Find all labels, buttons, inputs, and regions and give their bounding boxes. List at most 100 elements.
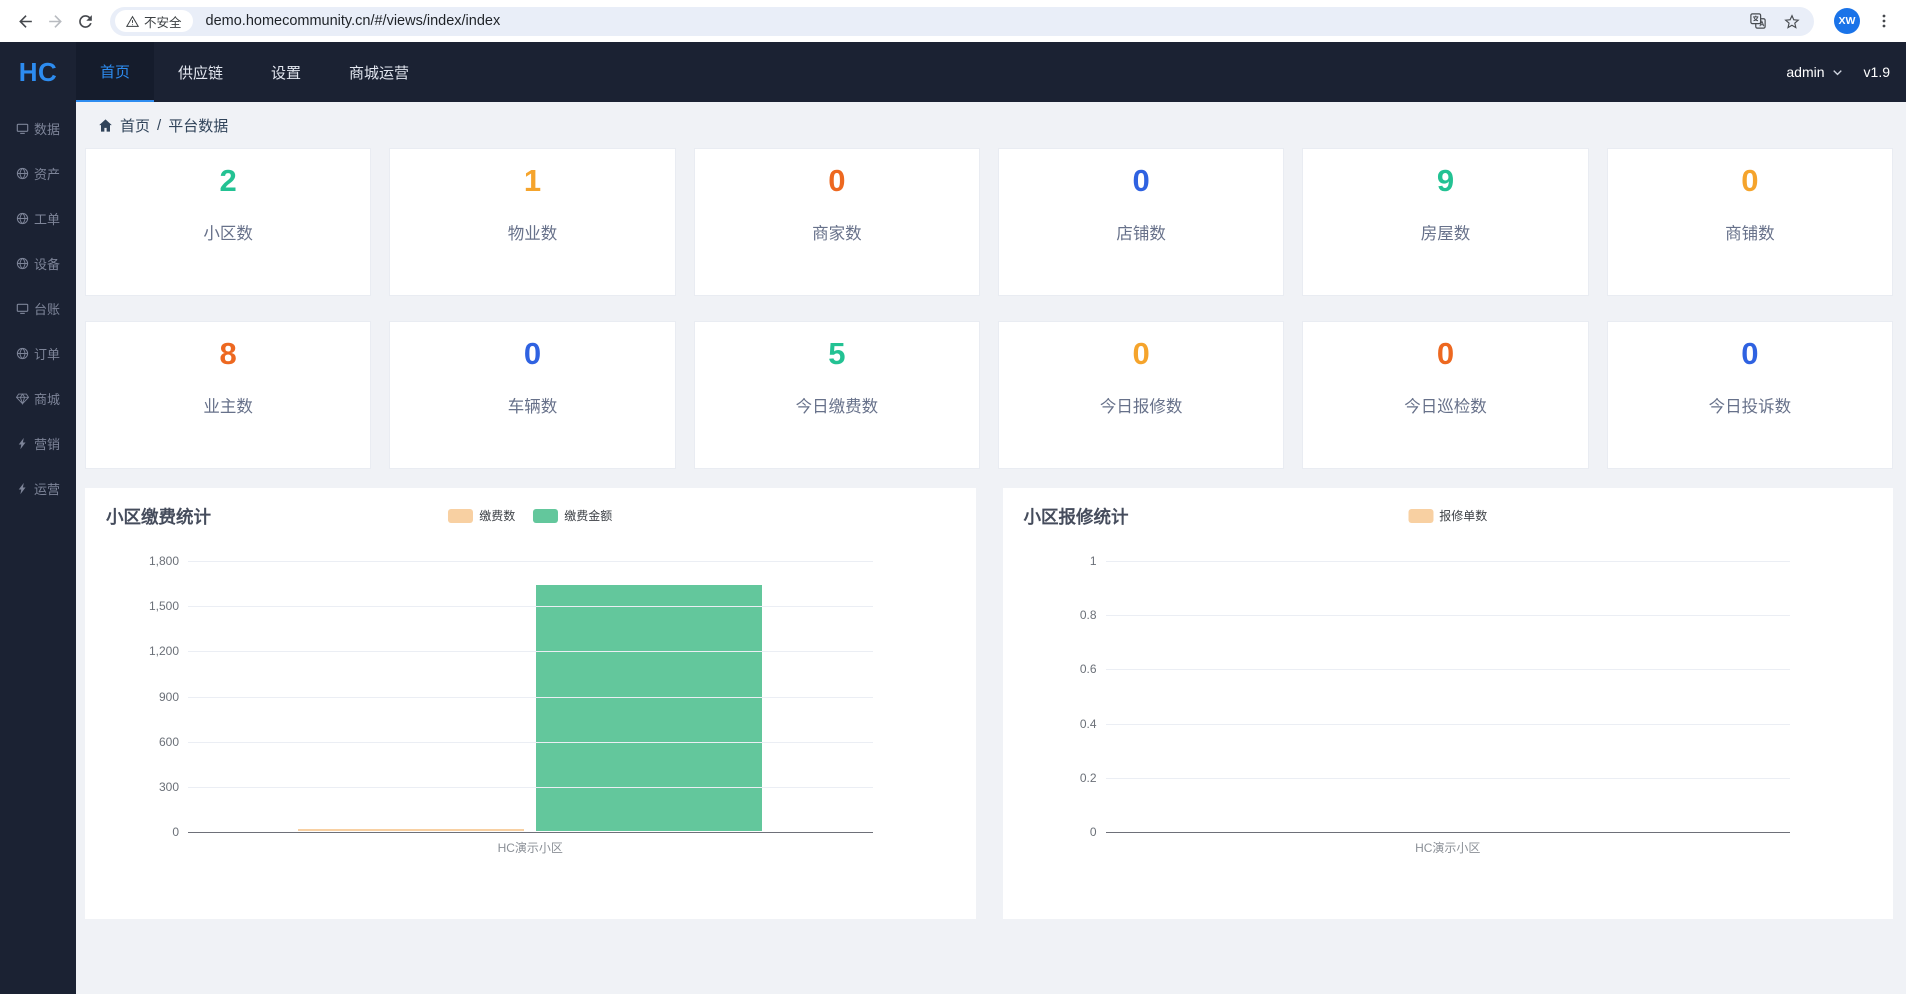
sidebar: 数据资产工单设备台账订单商城营销运营 <box>0 102 76 994</box>
breadcrumb-separator: / <box>157 117 161 134</box>
app-logo[interactable]: HC <box>0 42 76 102</box>
app-version: v1.9 <box>1864 64 1890 80</box>
chart-legend: 缴费数 缴费金额 <box>448 507 612 524</box>
sidebar-item-label: 设备 <box>34 254 60 273</box>
sidebar-item-label: 订单 <box>34 344 60 363</box>
gridline <box>188 561 873 562</box>
stat-value: 0 <box>828 164 845 198</box>
security-chip[interactable]: 不安全 <box>115 10 193 32</box>
user-menu[interactable]: admin <box>1786 64 1843 80</box>
gridline <box>1106 778 1791 779</box>
sidebar-item-label: 运营 <box>34 479 60 498</box>
sidebar-item-assets[interactable]: 资产 <box>0 151 76 196</box>
legend-label: 缴费数 <box>479 507 515 524</box>
stat-card: 0今日巡检数 <box>1302 321 1588 469</box>
gridline <box>188 832 873 833</box>
stat-value: 0 <box>1437 337 1454 371</box>
legend-label: 缴费金额 <box>564 507 612 524</box>
gridline <box>1106 615 1791 616</box>
reload-icon[interactable] <box>74 10 96 32</box>
chart-panel: 小区报修统计 报修单数 HC演示小区 10.80.60.40.20 <box>1003 488 1894 919</box>
gridline <box>1106 669 1791 670</box>
bolt-icon <box>16 437 29 450</box>
stat-value: 1 <box>524 164 541 198</box>
stat-card: 0今日报修数 <box>998 321 1284 469</box>
chart-x-category: HC演示小区 <box>188 839 873 856</box>
legend-label: 报修单数 <box>1439 507 1487 524</box>
stat-card: 1 物业数 <box>389 148 675 296</box>
stat-label: 今日投诉数 <box>1709 393 1792 417</box>
sidebar-item-data[interactable]: 数据 <box>0 106 76 151</box>
nav-tab-supply-chain[interactable]: 供应链 <box>154 42 247 102</box>
app-header: HC 首页供应链设置商城运营 admin v1.9 <box>0 42 1906 102</box>
legend-item[interactable]: 缴费金额 <box>533 507 612 524</box>
y-tick-label: 0.8 <box>1080 608 1097 622</box>
stat-label: 业主数 <box>203 393 253 417</box>
stat-value: 0 <box>1133 164 1150 198</box>
stat-label: 物业数 <box>508 220 558 244</box>
charts-row: 小区缴费统计 缴费数缴费金额 HC演示小区 1,8001,5001,200900… <box>76 469 1906 919</box>
stat-label: 店铺数 <box>1116 220 1166 244</box>
sidebar-item-orders[interactable]: 订单 <box>0 331 76 376</box>
y-tick-label: 0.4 <box>1080 717 1097 731</box>
stat-value: 0 <box>524 337 541 371</box>
sidebar-item-ledger[interactable]: 台账 <box>0 286 76 331</box>
gridline <box>188 787 873 788</box>
gridline <box>188 606 873 607</box>
monitor-icon <box>16 122 29 135</box>
legend-item[interactable]: 缴费数 <box>448 507 515 524</box>
chart-title: 小区缴费统计 <box>106 504 211 529</box>
nav-tab-home[interactable]: 首页 <box>76 42 154 102</box>
chart-plot: HC演示小区 10.80.60.40.20 <box>1106 561 1791 832</box>
stat-card: 0车辆数 <box>389 321 675 469</box>
bookmark-star-icon[interactable] <box>1782 11 1802 31</box>
sidebar-item-label: 数据 <box>34 119 60 138</box>
bar-缴费金额[interactable] <box>536 585 762 831</box>
bar-缴费数[interactable] <box>298 829 524 831</box>
sidebar-item-work-orders[interactable]: 工单 <box>0 196 76 241</box>
chart-bars <box>1106 561 1791 831</box>
y-tick-label: 1,200 <box>149 644 179 658</box>
gridline <box>188 697 873 698</box>
sidebar-item-devices[interactable]: 设备 <box>0 241 76 286</box>
globe-icon <box>16 167 29 180</box>
address-bar[interactable]: 不安全 demo.homecommunity.cn/#/views/index/… <box>110 7 1814 36</box>
y-tick-label: 1,500 <box>149 599 179 613</box>
user-name: admin <box>1786 64 1824 80</box>
chevron-down-icon <box>1831 66 1844 79</box>
forward-icon[interactable] <box>44 10 66 32</box>
chart-legend: 报修单数 <box>1408 507 1487 524</box>
y-tick-label: 1 <box>1090 554 1097 568</box>
stat-label: 商铺数 <box>1725 220 1775 244</box>
translate-icon[interactable] <box>1748 11 1768 31</box>
main-content: 首页 / 平台数据 2小区数1物业数0商家数0店铺数9房屋数0商铺数8业主数0车… <box>76 102 1906 994</box>
browser-profile-avatar[interactable]: XW <box>1834 8 1860 34</box>
gridline <box>1106 724 1791 725</box>
sidebar-item-mall[interactable]: 商城 <box>0 376 76 421</box>
stat-value: 0 <box>1741 337 1758 371</box>
stat-label: 今日缴费数 <box>796 393 879 417</box>
sidebar-item-marketing[interactable]: 营销 <box>0 421 76 466</box>
sidebar-item-label: 商城 <box>34 389 60 408</box>
url-text[interactable]: demo.homecommunity.cn/#/views/index/inde… <box>206 13 1734 29</box>
browser-menu-icon[interactable] <box>1874 10 1894 32</box>
breadcrumb: 首页 / 平台数据 <box>76 102 1906 148</box>
nav-tab-mall-operations[interactable]: 商城运营 <box>325 42 433 102</box>
back-icon[interactable] <box>14 10 36 32</box>
stat-card: 8业主数 <box>85 321 371 469</box>
y-tick-label: 300 <box>159 780 179 794</box>
security-label: 不安全 <box>144 12 182 31</box>
nav-tabs: 首页供应链设置商城运营 <box>76 42 433 102</box>
nav-tab-settings[interactable]: 设置 <box>247 42 325 102</box>
chart-panel: 小区缴费统计 缴费数缴费金额 HC演示小区 1,8001,5001,200900… <box>85 488 976 919</box>
sidebar-item-operations[interactable]: 运营 <box>0 466 76 511</box>
breadcrumb-home[interactable]: 首页 <box>120 115 150 136</box>
breadcrumb-current: 平台数据 <box>168 115 228 136</box>
stat-value: 2 <box>220 164 237 198</box>
stat-label: 商家数 <box>812 220 862 244</box>
stat-label: 今日报修数 <box>1100 393 1183 417</box>
legend-item[interactable]: 报修单数 <box>1408 507 1487 524</box>
home-icon <box>98 118 113 133</box>
sidebar-item-label: 营销 <box>34 434 60 453</box>
stat-card: 0 商家数 <box>694 148 980 296</box>
